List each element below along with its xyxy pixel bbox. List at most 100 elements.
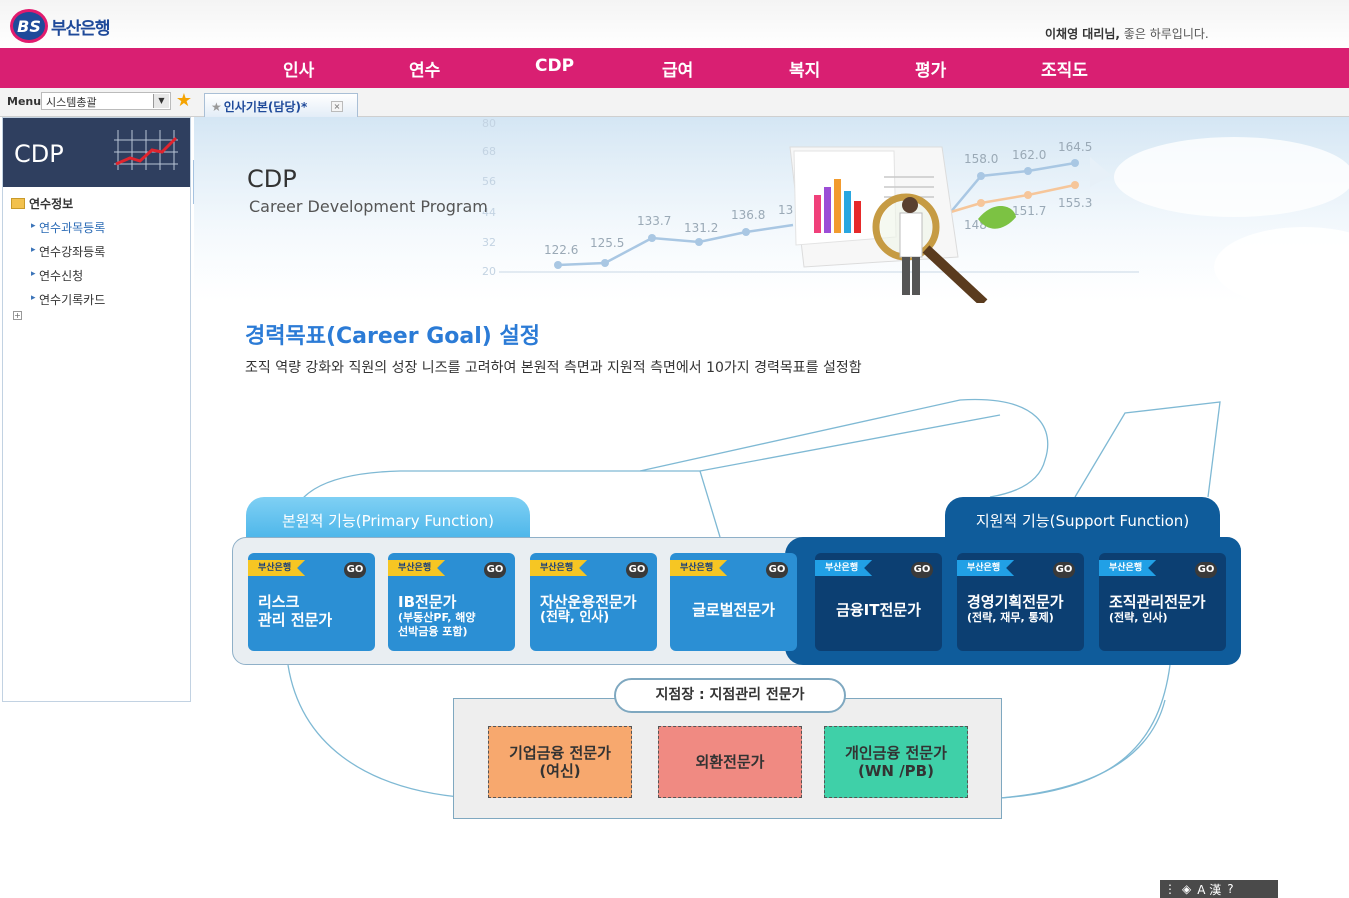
axis-label: 20: [482, 265, 496, 278]
page-title: 경력목표(Career Goal) 설정: [245, 324, 540, 349]
card-subtitle: (전략, 재무, 통제): [967, 611, 1054, 624]
support-function-tab: 지원적 기능(Support Function): [945, 497, 1220, 537]
card-title: 자산운용전문가: [540, 593, 637, 611]
branch-card-forex[interactable]: 외환전문가: [658, 726, 802, 798]
nav-item-cdp[interactable]: CDP: [535, 56, 574, 76]
sidebar-item-training-record[interactable]: 연수기록카드: [31, 291, 190, 308]
career-card-asset[interactable]: 부산은행 GO 자산운용전문가 (전략, 인사): [530, 553, 657, 651]
career-card-global[interactable]: 부산은행 GO 글로벌전문가: [670, 553, 797, 651]
card-title: 리스크 관리 전문가: [258, 593, 333, 629]
menu-select-value: 시스템총괄: [46, 96, 97, 109]
greeting-text: 좋은 하루입니다.: [1119, 27, 1209, 41]
card-title: 경영기획전문가: [967, 593, 1064, 611]
close-icon[interactable]: ×: [331, 101, 343, 112]
menu-bar: Menu 시스템총괄 ▼ ★ ★ 인사기본(담당)* ×: [0, 88, 1349, 117]
logo-text: 부산은행: [51, 18, 111, 39]
bank-tag: 부산은행: [957, 560, 1015, 576]
go-button[interactable]: GO: [344, 562, 366, 578]
user-greeting: 이채영 대리님, 좋은 하루입니다.: [1045, 25, 1209, 42]
data-label: 136.8: [731, 208, 765, 222]
axis-label: 56: [482, 175, 496, 188]
bank-tag: 부산은행: [815, 560, 873, 576]
go-button[interactable]: GO: [1053, 562, 1075, 578]
chevron-down-icon[interactable]: ▼: [153, 94, 169, 108]
bank-tag: 부산은행: [530, 560, 588, 576]
nav-item-evaluation[interactable]: 평가: [915, 56, 946, 81]
go-button[interactable]: GO: [766, 562, 788, 578]
primary-function-tab: 본원적 기능(Primary Function): [246, 497, 530, 537]
sidebar-item-training-apply[interactable]: 연수신청: [31, 267, 190, 284]
bank-tag: 부산은행: [1099, 560, 1157, 576]
menu-select[interactable]: 시스템총괄 ▼: [41, 92, 171, 110]
growth-chart-icon: [114, 130, 178, 170]
axis-label: 80: [482, 117, 496, 130]
bank-logo[interactable]: BS 부산은행: [10, 9, 111, 43]
data-label: 131.2: [684, 221, 718, 235]
top-header: BS 부산은행 이채영 대리님, 좋은 하루입니다.: [0, 0, 1349, 48]
card-title: 금융IT전문가: [836, 601, 921, 619]
language-icon[interactable]: ◈: [1182, 882, 1191, 896]
banner-subtitle: Career Development Program: [249, 197, 488, 216]
sidebar-header: CDP: [3, 118, 190, 187]
tab-hr-basic[interactable]: ★ 인사기본(담당)* ×: [204, 93, 358, 117]
help-icon[interactable]: ?: [1227, 882, 1233, 896]
go-button[interactable]: GO: [484, 562, 506, 578]
cdp-banner: 80 68 56 44 32 20 122.6 125.5 133.7 131.…: [194, 117, 1349, 303]
sidebar: CDP 연수정보 연수과목등록 연수강좌등록 연수신청 연수기록카드 +: [2, 117, 191, 702]
data-label: 133.7: [637, 214, 671, 228]
tab-label: 인사기본(담당)*: [223, 100, 308, 114]
card-subtitle: (전략, 인사): [540, 610, 610, 625]
branch-card-corporate[interactable]: 기업금융 전문가 (여신): [488, 726, 632, 798]
branch-label: 지점장 : 지점관리 전문가: [614, 678, 846, 713]
card-title: 글로벌전문가: [692, 601, 775, 619]
user-name: 이채영 대리님,: [1045, 27, 1120, 41]
sidebar-title: CDP: [14, 140, 64, 168]
tab-star-icon: ★: [211, 100, 222, 114]
data-label: 13: [778, 203, 793, 217]
card-subtitle: (전략, 인사): [1109, 611, 1168, 624]
data-label: 162.0: [1012, 148, 1046, 162]
nav-item-salary[interactable]: 급여: [662, 56, 693, 81]
hanja-toggle[interactable]: A 漢: [1197, 881, 1221, 898]
data-label: 155.3: [1058, 196, 1092, 210]
folder-icon: [11, 198, 25, 209]
nav-item-welfare[interactable]: 복지: [789, 56, 820, 81]
card-title: IB전문가: [398, 593, 457, 611]
axis-label: 32: [482, 236, 496, 249]
favorite-star-icon[interactable]: ★: [174, 91, 194, 111]
career-card-organization[interactable]: 부산은행 GO 조직관리전문가 (전략, 인사): [1099, 553, 1226, 651]
go-button[interactable]: GO: [626, 562, 648, 578]
bank-tag: 부산은행: [670, 560, 728, 576]
logo-mark: BS: [10, 9, 48, 43]
sidebar-tree: 연수정보 연수과목등록 연수강좌등록 연수신청 연수기록카드 +: [3, 187, 190, 320]
axis-label: 68: [482, 145, 496, 158]
career-card-planning[interactable]: 부산은행 GO 경영기획전문가 (전략, 재무, 통제): [957, 553, 1084, 651]
menu-label: Menu: [7, 95, 42, 108]
card-subtitle: (부동산PF, 해양 선박금융 포함): [398, 611, 476, 638]
branch-card-personal[interactable]: 개인금융 전문가 (WN /PB): [824, 726, 968, 798]
page-description: 조직 역량 강화와 직원의 성장 니즈를 고려하여 본원적 측면과 지원적 측면…: [245, 360, 862, 376]
data-label: 158.0: [964, 152, 998, 166]
go-button[interactable]: GO: [1195, 562, 1217, 578]
career-card-risk[interactable]: 부산은행 GO 리스크 관리 전문가: [248, 553, 375, 651]
sidebar-item-class-register[interactable]: 연수강좌등록: [31, 243, 190, 260]
career-card-ib[interactable]: 부산은행 GO IB전문가 (부동산PF, 해양 선박금융 포함): [388, 553, 515, 651]
sidebar-item-course-register[interactable]: 연수과목등록: [31, 219, 190, 236]
data-label: 164.5: [1058, 140, 1092, 154]
bank-tag: 부산은행: [248, 560, 306, 576]
grip-icon[interactable]: ⋮: [1164, 882, 1176, 896]
ime-toolbar[interactable]: ⋮ ◈ A 漢 ?: [1160, 880, 1278, 898]
nav-item-org-chart[interactable]: 조직도: [1041, 56, 1088, 81]
nav-item-hr[interactable]: 인사: [283, 56, 314, 81]
tree-root[interactable]: 연수정보: [11, 195, 190, 212]
banner-title: CDP: [247, 165, 297, 193]
nav-item-training[interactable]: 연수: [409, 56, 440, 81]
data-label: 122.6: [544, 243, 578, 257]
expand-icon[interactable]: +: [13, 311, 22, 320]
go-button[interactable]: GO: [911, 562, 933, 578]
career-card-it[interactable]: 부산은행 GO 금융IT전문가: [815, 553, 942, 651]
card-title: 조직관리전문가: [1109, 593, 1206, 611]
global-nav: 인사 연수 CDP 급여 복지 평가 조직도: [0, 48, 1349, 88]
data-label: 151.7: [1012, 204, 1046, 218]
tree-root-label: 연수정보: [29, 197, 74, 211]
